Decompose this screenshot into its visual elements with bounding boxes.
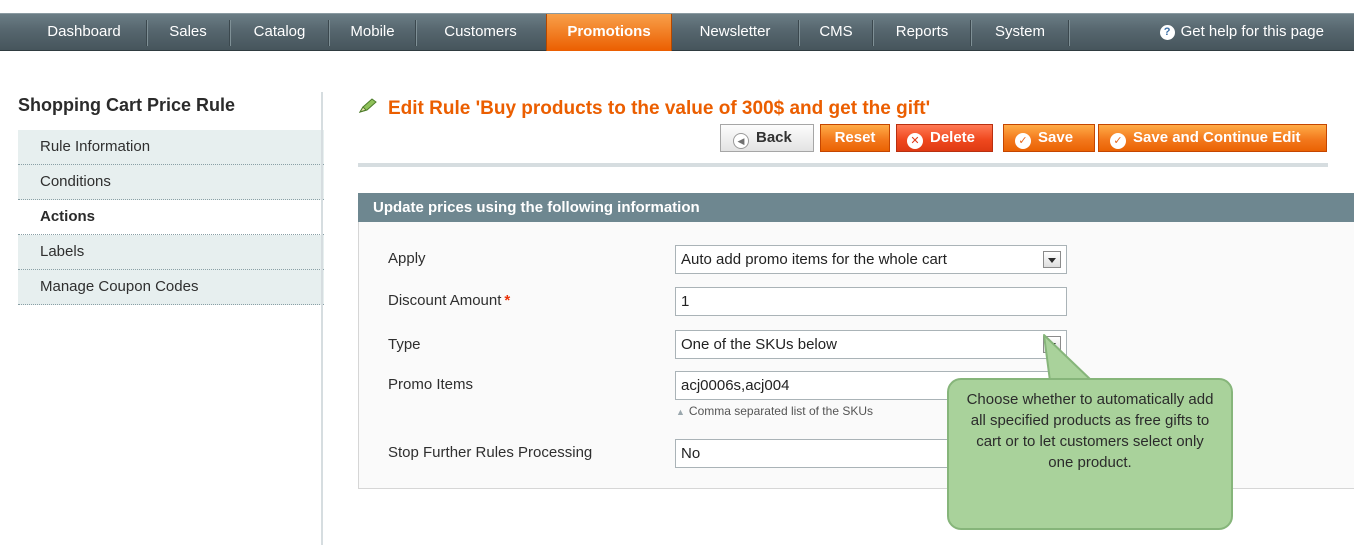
sidebar-title: Shopping Cart Price Rule [18, 95, 236, 115]
discount-amount-label: Discount Amount * [388, 292, 510, 309]
nav-item-reports[interactable]: Reports [874, 14, 970, 51]
edit-pencil-icon [358, 98, 380, 120]
sidebar-item-actions[interactable]: Actions [18, 200, 324, 235]
back-button[interactable]: ◀ Back [720, 124, 814, 152]
check-icon: ✓ [1015, 133, 1031, 149]
delete-label: Delete [930, 129, 976, 146]
nav-item-cms[interactable]: CMS [800, 14, 872, 51]
page-title: Edit Rule 'Buy products to the value of … [358, 98, 930, 120]
delete-button[interactable]: ✕ Delete [896, 124, 993, 152]
discount-amount-input[interactable]: 1 [675, 287, 1067, 316]
nav-item-customers[interactable]: Customers [417, 14, 544, 51]
section-header: Update prices using the following inform… [358, 193, 1354, 222]
nav-item-system[interactable]: System [972, 14, 1068, 51]
sidebar-divider [321, 92, 323, 545]
nav-item-dashboard[interactable]: Dashboard [24, 14, 144, 51]
back-label: Back [756, 129, 792, 146]
sidebar-item-manage-coupon-codes[interactable]: Manage Coupon Codes [18, 270, 324, 305]
promo-items-label: Promo Items [388, 376, 474, 393]
header-divider [358, 163, 1328, 167]
nav-separator [798, 20, 799, 46]
promo-items-note-text: Comma separated list of the SKUs [688, 404, 873, 418]
nav-item-promotions[interactable]: Promotions [546, 14, 672, 51]
discount-amount-value: 1 [681, 293, 690, 310]
help-label: Get help for this page [1180, 23, 1324, 40]
reset-label: Reset [834, 129, 876, 146]
type-select[interactable]: One of the SKUs below [675, 330, 1067, 359]
nav-item-mobile[interactable]: Mobile [330, 14, 415, 51]
nav-separator [146, 20, 147, 46]
stop-processing-value: No [681, 445, 701, 462]
question-circle-icon: ? [1159, 25, 1175, 40]
chevron-down-icon[interactable] [1043, 251, 1061, 268]
nav-separator [415, 20, 416, 46]
save-and-continue-button[interactable]: ✓ Save and Continue Edit [1098, 124, 1327, 152]
apply-select[interactable]: Auto add promo items for the whole cart [675, 245, 1067, 274]
save-label: Save [1038, 129, 1074, 146]
sidebar-tabs: Rule Information Conditions Actions Labe… [18, 130, 324, 305]
top-strip [0, 0, 1354, 13]
discount-amount-label-text: Discount Amount [388, 292, 502, 309]
nav-item-sales[interactable]: Sales [148, 14, 228, 51]
page-title-text: Edit Rule 'Buy products to the value of … [388, 98, 931, 119]
nav-separator [872, 20, 873, 46]
triangle-up-icon: ▲ [676, 407, 685, 417]
nav-separator [1068, 20, 1069, 46]
sidebar-item-labels[interactable]: Labels [18, 235, 324, 270]
nav-separator [970, 20, 971, 46]
apply-label: Apply [388, 250, 426, 267]
callout-text: Choose whether to automatically add all … [966, 391, 1214, 471]
help-link[interactable]: ? Get help for this page [1159, 14, 1324, 51]
type-value: One of the SKUs below [681, 336, 837, 353]
required-mark: * [504, 292, 511, 309]
nav-separator [229, 20, 230, 46]
type-label: Type [388, 336, 421, 353]
save-button[interactable]: ✓ Save [1003, 124, 1095, 152]
check-icon: ✓ [1110, 133, 1126, 149]
sidebar-item-conditions[interactable]: Conditions [18, 165, 324, 200]
apply-value: Auto add promo items for the whole cart [681, 251, 947, 268]
promo-items-note: ▲ Comma separated list of the SKUs [676, 404, 873, 418]
save-continue-label: Save and Continue Edit [1133, 129, 1301, 146]
nav-item-newsletter[interactable]: Newsletter [672, 14, 798, 51]
sidebar-item-rule-information[interactable]: Rule Information [18, 130, 324, 165]
main-nav: Dashboard Sales Catalog Mobile Customers… [0, 13, 1354, 51]
back-arrow-icon: ◀ [733, 133, 749, 149]
reset-button[interactable]: Reset [820, 124, 890, 152]
delete-x-icon: ✕ [907, 133, 923, 149]
nav-separator [328, 20, 329, 46]
promo-items-value: acj0006s,acj004 [681, 377, 790, 394]
help-callout: Choose whether to automatically add all … [947, 378, 1233, 530]
nav-item-catalog[interactable]: Catalog [231, 14, 328, 51]
stop-processing-label: Stop Further Rules Processing [388, 444, 593, 461]
